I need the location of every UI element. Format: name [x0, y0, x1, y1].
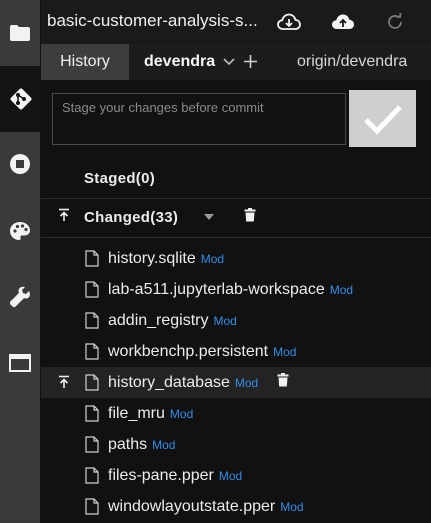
file-name: history.sqlite	[108, 250, 196, 267]
file-icon	[85, 405, 99, 422]
staged-title: Staged(0)	[84, 170, 156, 187]
file-row[interactable]: history.sqlite Mod	[41, 243, 431, 274]
stop-circle-icon	[10, 154, 30, 174]
file-row[interactable]: lab-a511.jupyterlab-workspace Mod	[41, 274, 431, 305]
push-button[interactable]	[331, 12, 355, 32]
file-status-badge: Mod	[213, 314, 237, 328]
file-row[interactable]: files-pane.pper Mod	[41, 460, 431, 491]
file-name: file_mru	[108, 405, 165, 422]
palette-icon	[10, 222, 30, 240]
file-status-badge: Mod	[329, 283, 354, 297]
file-row[interactable]: paths Mod	[41, 429, 431, 460]
file-row[interactable]: workbenchp.persistent Mod	[41, 336, 431, 367]
file-name: lab-a511.jupyterlab-workspace	[108, 281, 325, 298]
file-status-badge: Mod	[169, 407, 194, 421]
file-row[interactable]: addin_registry Mod	[41, 305, 431, 336]
changed-title: Changed(33)	[84, 209, 179, 226]
new-branch-plus-icon[interactable]	[243, 54, 258, 69]
rail-tabs[interactable]	[0, 330, 40, 396]
stage-all-icon[interactable]	[57, 208, 71, 222]
staged-section-header[interactable]: Staged(0)	[41, 158, 431, 199]
file-row[interactable]: history_database Mod	[41, 367, 431, 398]
file-icon	[85, 436, 99, 453]
file-name: history_database	[108, 374, 230, 391]
rail-extensions[interactable]	[0, 264, 40, 330]
rail-themes[interactable]	[0, 198, 40, 264]
trash-icon[interactable]	[277, 373, 289, 387]
cloud-upload-icon	[332, 14, 354, 29]
file-status-badge: Mod	[234, 376, 259, 390]
file-status-badge: Mod	[200, 252, 225, 266]
tab-history[interactable]: History	[41, 44, 129, 80]
file-status-badge: Mod	[152, 438, 176, 452]
file-icon	[85, 250, 99, 267]
checkmark-icon	[363, 104, 402, 135]
commit-message-input[interactable]	[52, 93, 346, 145]
file-icon	[85, 374, 99, 391]
cloud-download-icon	[277, 13, 301, 30]
rail-running[interactable]	[0, 131, 40, 197]
repo-header: basic-customer-analysis-s...	[41, 0, 431, 44]
file-name: files-pane.pper	[108, 467, 214, 484]
activity-rail	[0, 0, 42, 523]
caret-down-icon[interactable]	[203, 213, 215, 221]
git-panel: basic-customer-analysis-s... History dev…	[41, 0, 431, 523]
stage-file-icon[interactable]	[57, 375, 71, 389]
branch-bar: History devendra origin/devendra	[41, 44, 431, 80]
pull-button[interactable]	[277, 12, 301, 32]
file-name: windowlayoutstate.pper	[108, 498, 276, 515]
remote-branch: origin/devendra	[297, 53, 408, 70]
commit-button[interactable]	[349, 90, 416, 147]
file-row[interactable]: windowlayoutstate.pper Mod	[41, 491, 431, 522]
trash-icon[interactable]	[244, 208, 256, 222]
refresh-icon	[388, 12, 402, 29]
wrench-icon	[9, 286, 30, 308]
refresh-button[interactable]	[385, 12, 409, 32]
window-icon	[9, 354, 31, 372]
rail-git[interactable]	[0, 66, 42, 132]
file-row[interactable]: file_mru Mod	[41, 398, 431, 429]
file-icon	[85, 281, 99, 298]
repo-name[interactable]: basic-customer-analysis-s...	[47, 11, 261, 31]
changed-file-list: history.sqlite Mod lab-a511.jupyterlab-wo…	[41, 243, 431, 522]
file-icon	[85, 312, 99, 329]
changed-section-header[interactable]: Changed(33)	[41, 197, 431, 238]
file-icon	[85, 343, 99, 360]
rail-file-browser[interactable]	[0, 0, 40, 66]
file-name: addin_registry	[108, 312, 209, 329]
file-icon	[85, 467, 99, 484]
file-name: paths	[108, 436, 148, 453]
current-branch[interactable]: devendra	[144, 53, 215, 71]
folder-icon	[10, 25, 30, 41]
git-icon	[10, 88, 32, 110]
file-icon	[85, 498, 99, 515]
file-name: workbenchp.persistent	[108, 343, 269, 360]
file-status-badge: Mod	[273, 345, 297, 359]
file-status-badge: Mod	[218, 469, 243, 483]
file-status-badge: Mod	[280, 500, 304, 514]
chevron-down-icon[interactable]	[223, 57, 235, 67]
